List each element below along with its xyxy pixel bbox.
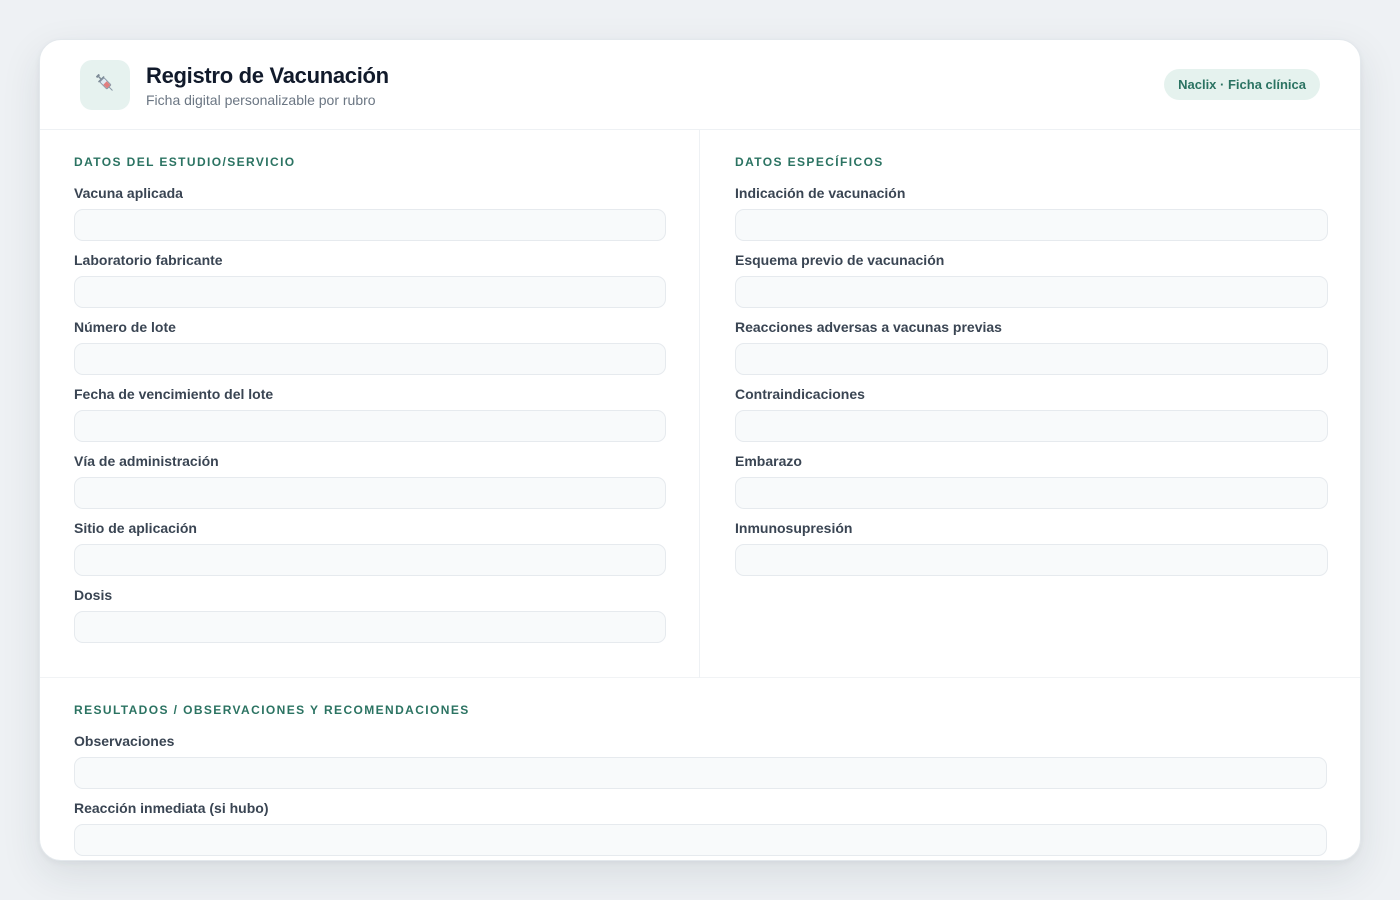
embarazo-input[interactable] bbox=[735, 477, 1328, 509]
field-via-administracion: Vía de administración bbox=[74, 452, 666, 509]
laboratorio-input[interactable] bbox=[74, 276, 666, 308]
field-label: Laboratorio fabricante bbox=[74, 252, 223, 268]
dosis-input[interactable] bbox=[74, 611, 666, 643]
field-label: Vacuna aplicada bbox=[74, 185, 183, 201]
form-header: Registro de Vacunación Ficha digital per… bbox=[40, 40, 1360, 130]
reaccion-inmediata-input[interactable] bbox=[74, 824, 1327, 856]
reacciones-adversas-input[interactable] bbox=[735, 343, 1328, 375]
field-inmunosupresion: Inmunosupresión bbox=[735, 519, 1328, 576]
section-title-specific: DATOS ESPECÍFICOS bbox=[735, 155, 884, 169]
field-label: Contraindicaciones bbox=[735, 386, 865, 402]
field-vacuna-aplicada: Vacuna aplicada bbox=[74, 184, 666, 241]
field-label: Número de lote bbox=[74, 319, 176, 335]
observaciones-input[interactable] bbox=[74, 757, 1327, 789]
field-esquema-previo: Esquema previo de vacunación bbox=[735, 251, 1328, 308]
status-badge: Naclix · Ficha clínica bbox=[1164, 69, 1320, 100]
field-label: Embarazo bbox=[735, 453, 802, 469]
indicacion-input[interactable] bbox=[735, 209, 1328, 241]
field-sitio-aplicacion: Sitio de aplicación bbox=[74, 519, 666, 576]
left-column: DATOS DEL ESTUDIO/SERVICIO Vacuna aplica… bbox=[40, 130, 700, 678]
results-section: RESULTADOS / OBSERVACIONES Y RECOMENDACI… bbox=[40, 678, 1360, 860]
page-title: Registro de Vacunación bbox=[146, 63, 389, 88]
field-fecha-vencimiento: Fecha de vencimiento del lote bbox=[74, 385, 666, 442]
form-columns: DATOS DEL ESTUDIO/SERVICIO Vacuna aplica… bbox=[40, 130, 1360, 678]
form-card: Registro de Vacunación Ficha digital per… bbox=[39, 39, 1361, 861]
esquema-previo-input[interactable] bbox=[735, 276, 1328, 308]
section-title-results: RESULTADOS / OBSERVACIONES Y RECOMENDACI… bbox=[74, 703, 470, 717]
field-label: Observaciones bbox=[74, 733, 175, 749]
field-indicacion: Indicación de vacunación bbox=[735, 184, 1328, 241]
syringe-icon bbox=[92, 70, 118, 101]
contraindicaciones-input[interactable] bbox=[735, 410, 1328, 442]
field-laboratorio: Laboratorio fabricante bbox=[74, 251, 666, 308]
via-administracion-input[interactable] bbox=[74, 477, 666, 509]
field-reacciones-adversas: Reacciones adversas a vacunas previas bbox=[735, 318, 1328, 375]
field-label: Reacciones adversas a vacunas previas bbox=[735, 319, 1002, 335]
logo-badge bbox=[80, 60, 130, 110]
sitio-aplicacion-input[interactable] bbox=[74, 544, 666, 576]
fecha-vencimiento-input[interactable] bbox=[74, 410, 666, 442]
page-subtitle: Ficha digital personalizable por rubro bbox=[146, 92, 376, 108]
field-embarazo: Embarazo bbox=[735, 452, 1328, 509]
field-label: Fecha de vencimiento del lote bbox=[74, 386, 274, 402]
vacuna-aplicada-input[interactable] bbox=[74, 209, 666, 241]
numero-lote-input[interactable] bbox=[74, 343, 666, 375]
field-label: Inmunosupresión bbox=[735, 520, 853, 536]
field-reaccion-inmediata: Reacción inmediata (si hubo) bbox=[74, 799, 1327, 856]
field-label: Dosis bbox=[74, 587, 113, 603]
field-dosis: Dosis bbox=[74, 586, 666, 643]
field-observaciones: Observaciones bbox=[74, 732, 1327, 789]
right-column: DATOS ESPECÍFICOS Indicación de vacunaci… bbox=[700, 130, 1360, 678]
field-contraindicaciones: Contraindicaciones bbox=[735, 385, 1328, 442]
field-numero-lote: Número de lote bbox=[74, 318, 666, 375]
field-label: Esquema previo de vacunación bbox=[735, 252, 945, 268]
field-label: Vía de administración bbox=[74, 453, 219, 469]
inmunosupresion-input[interactable] bbox=[735, 544, 1328, 576]
field-label: Reacción inmediata (si hubo) bbox=[74, 800, 269, 816]
field-label: Sitio de aplicación bbox=[74, 520, 197, 536]
section-title-study: DATOS DEL ESTUDIO/SERVICIO bbox=[74, 155, 296, 169]
field-label: Indicación de vacunación bbox=[735, 185, 906, 201]
